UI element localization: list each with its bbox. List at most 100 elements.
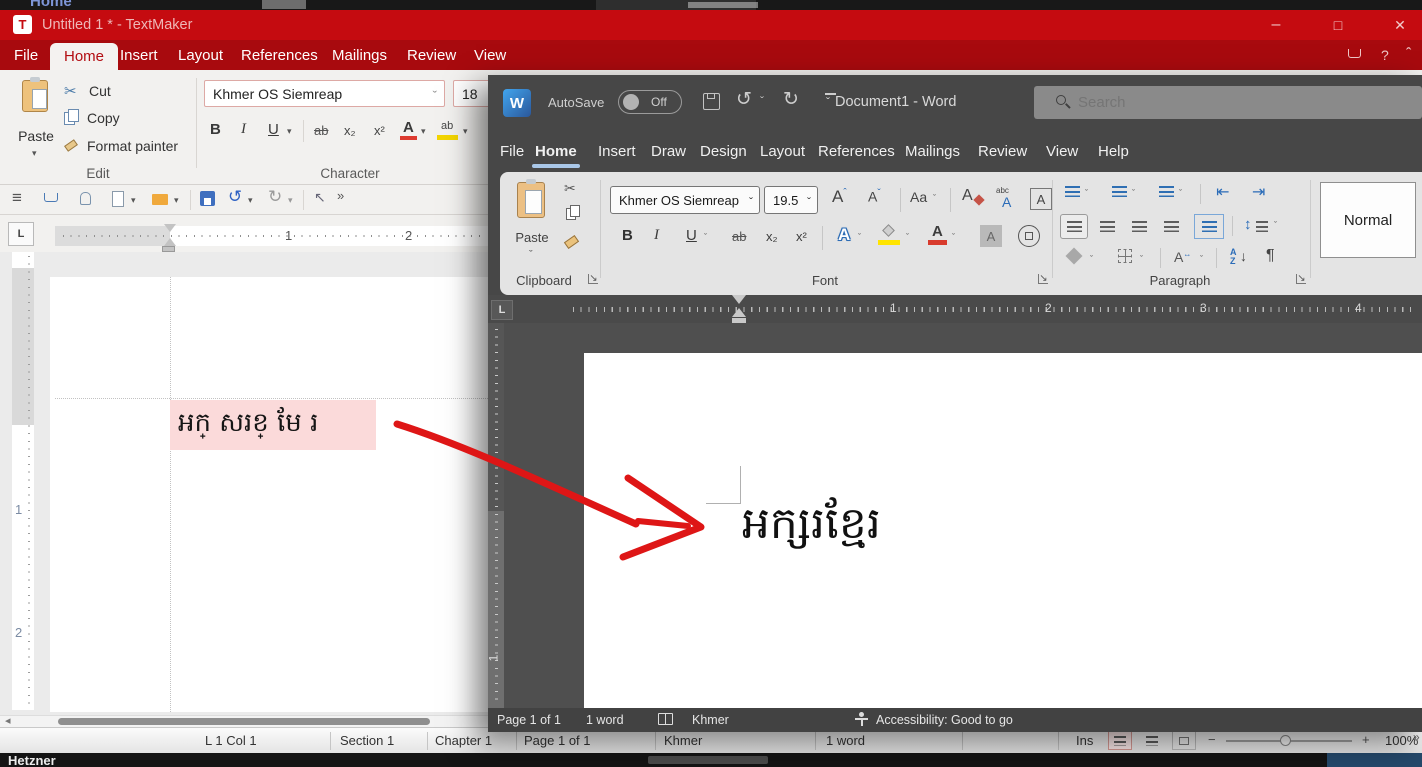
font-color-dropdown-icon[interactable]: ˇ <box>952 233 955 242</box>
tab-mailings[interactable]: Mailings <box>905 138 960 164</box>
close-button[interactable]: ✕ <box>1386 12 1414 38</box>
khmer-document-text[interactable]: អក្សរខ្មែរ <box>742 493 881 555</box>
bold-button[interactable]: B <box>622 228 633 243</box>
superscript-button[interactable]: x² <box>374 124 385 137</box>
tab-references[interactable]: References <box>818 138 895 164</box>
indent-marker-top[interactable] <box>164 224 176 232</box>
bullet-list-button[interactable] <box>1065 186 1080 197</box>
line-spacing-dropdown-icon[interactable]: ˇ <box>1274 221 1277 230</box>
highlight-dropdown-icon[interactable]: ˇ <box>906 233 909 242</box>
format-painter-button[interactable]: Format painter <box>64 138 178 158</box>
document-page[interactable]: អក្សរខ្មែរ <box>584 353 1422 708</box>
highlight-button[interactable]: ab <box>441 121 453 132</box>
tab-draw[interactable]: Draw <box>651 138 686 164</box>
new-dropdown-icon[interactable]: ▾ <box>131 196 136 205</box>
cut-button[interactable]: ✂ Cut <box>64 82 111 102</box>
change-case-button[interactable]: Aa <box>910 190 927 204</box>
status-overflow-icon[interactable]: » <box>1413 730 1420 744</box>
status-word-count[interactable]: 1 word <box>586 713 624 727</box>
status-section[interactable]: Section 1 <box>340 733 394 748</box>
document-page[interactable]: អក្ សរខ្ មែ រ <box>50 277 488 712</box>
italic-button[interactable]: I <box>654 228 659 243</box>
accessibility-icon[interactable] <box>854 712 869 727</box>
shading-dropdown-icon[interactable]: ˇ <box>1090 255 1093 264</box>
redo-icon[interactable]: ↻ <box>268 187 282 207</box>
tab-help[interactable]: Help <box>1098 138 1129 164</box>
view-mode-continuous[interactable] <box>1140 731 1164 750</box>
text-effects-button[interactable]: A <box>838 226 850 243</box>
scrollbar-thumb[interactable] <box>58 718 430 725</box>
tab-view[interactable]: View <box>474 40 506 70</box>
font-color-dropdown-icon[interactable]: ▾ <box>421 127 426 136</box>
highlight-dropdown-icon[interactable]: ▾ <box>463 127 468 136</box>
tab-selector[interactable]: L <box>8 222 34 246</box>
sort-button[interactable]: A Z ↓ <box>1230 247 1254 267</box>
maximize-button[interactable]: □ <box>1324 12 1352 38</box>
style-normal[interactable]: Normal <box>1320 182 1416 258</box>
enclose-characters-button[interactable] <box>1018 225 1040 247</box>
redo-icon[interactable]: ↻ <box>783 88 799 111</box>
align-left-button[interactable] <box>1060 214 1088 239</box>
highlighted-khmer-text[interactable]: អក្ សរខ្ មែ រ <box>170 400 376 450</box>
superscript-button[interactable]: x² <box>796 230 807 243</box>
collapse-ribbon-icon[interactable]: ˆ <box>1406 40 1411 70</box>
font-name-combo[interactable]: Khmer OS Siemreap ˇ <box>204 80 445 107</box>
redo-dropdown-icon[interactable]: ▾ <box>288 196 293 205</box>
underline-dropdown-icon[interactable]: ˇ <box>704 233 707 242</box>
tab-mailings[interactable]: Mailings <box>332 40 387 70</box>
view-mode-normal[interactable] <box>1108 731 1132 750</box>
scroll-left-icon[interactable]: ◂ <box>5 714 11 727</box>
undo-icon[interactable]: ↺ <box>736 88 752 111</box>
decrease-indent-button[interactable]: ⇤ <box>1216 182 1229 202</box>
tab-view[interactable]: View <box>1046 138 1078 164</box>
save-icon[interactable] <box>703 93 720 110</box>
undo-icon[interactable]: ↺ <box>228 187 242 207</box>
font-size-combo[interactable]: 19.5 ˇ <box>764 186 818 214</box>
status-language[interactable]: Khmer <box>664 733 702 748</box>
clipboard-dialog-launcher[interactable]: ↘ <box>588 274 598 284</box>
line-spacing-button[interactable]: ↕ <box>1244 216 1252 233</box>
change-case-dropdown-icon[interactable]: ˇ <box>933 194 936 203</box>
bold-button[interactable]: B <box>210 122 221 137</box>
subscript-button[interactable]: x₂ <box>766 230 778 243</box>
minimize-button[interactable]: – <box>1262 12 1290 38</box>
zoom-out-button[interactable]: − <box>1208 732 1216 747</box>
tab-review[interactable]: Review <box>978 138 1027 164</box>
tab-home[interactable]: Home <box>535 138 577 164</box>
help-icon[interactable]: ? <box>1381 40 1389 70</box>
align-right-button[interactable] <box>1132 221 1147 232</box>
underline-dropdown-icon[interactable]: ▾ <box>287 127 292 136</box>
autosave-toggle[interactable]: Off <box>618 90 682 114</box>
font-dialog-launcher[interactable]: ↘ <box>1038 274 1048 284</box>
status-chapter[interactable]: Chapter 1 <box>435 733 492 748</box>
tab-insert[interactable]: Insert <box>120 40 158 70</box>
cart-icon[interactable] <box>44 193 58 202</box>
status-word-count[interactable]: 1 word <box>826 733 865 748</box>
grow-font-button[interactable]: Aˆ <box>832 188 847 205</box>
asian-layout-dropdown-icon[interactable]: ˇ <box>1200 255 1203 264</box>
indent-marker-bottom[interactable] <box>732 308 746 317</box>
hamburger-icon[interactable]: ≡ <box>12 188 22 208</box>
font-color-button[interactable]: A <box>403 120 414 135</box>
undo-dropdown-icon[interactable]: ▾ <box>248 196 253 205</box>
undo-dropdown-icon[interactable]: ˇ <box>760 95 764 107</box>
tab-file[interactable]: File <box>500 138 524 164</box>
status-accessibility[interactable]: Accessibility: Good to go <box>876 713 1013 727</box>
status-cursor-position[interactable]: L 1 Col 1 <box>205 733 257 748</box>
tab-design[interactable]: Design <box>700 138 747 164</box>
tab-layout[interactable]: Layout <box>760 138 805 164</box>
new-document-icon[interactable] <box>112 191 124 207</box>
tab-file[interactable]: File <box>14 40 38 70</box>
tab-insert[interactable]: Insert <box>598 138 636 164</box>
align-justify-button[interactable] <box>1164 221 1179 232</box>
pilcrow-button[interactable]: ¶ <box>1266 247 1275 265</box>
view-mode-preview[interactable] <box>1172 731 1196 750</box>
cut-icon[interactable]: ✂ <box>564 180 576 197</box>
tab-review[interactable]: Review <box>407 40 456 70</box>
align-center-button[interactable] <box>1100 221 1115 232</box>
proofing-book-icon[interactable] <box>658 713 673 725</box>
asian-layout-button[interactable]: A↔ <box>1174 250 1191 264</box>
multilevel-list-button[interactable] <box>1159 186 1174 197</box>
character-border-button[interactable]: A <box>1030 188 1052 210</box>
search-input[interactable] <box>1078 91 1398 113</box>
